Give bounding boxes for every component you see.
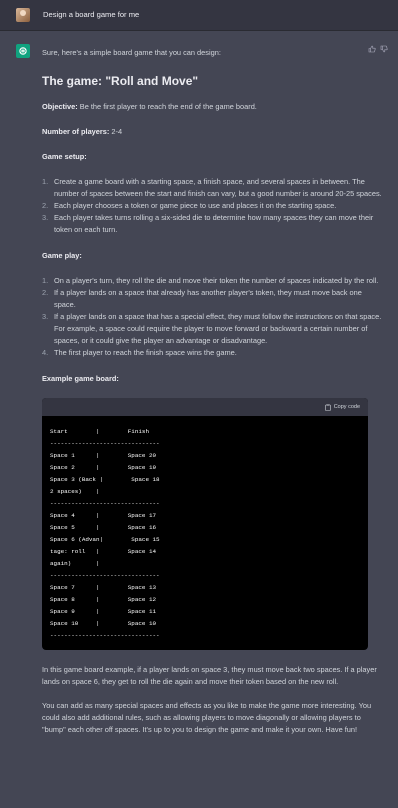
code-block: Copy code Start | Finish ---------------…: [42, 398, 368, 650]
list-item: 1. Create a game board with a starting sp…: [42, 177, 382, 198]
copy-code-label: Copy code: [333, 404, 360, 410]
feedback-buttons: [368, 45, 388, 53]
code-header: Copy code: [42, 398, 368, 416]
objective-text: Be the first player to reach the end of …: [77, 102, 257, 111]
thumbs-down-icon[interactable]: [380, 45, 388, 53]
thumbs-up-icon[interactable]: [368, 45, 376, 53]
user-avatar: [16, 8, 30, 22]
closing-text: You can add as many special spaces and e…: [42, 701, 372, 734]
assistant-message: Sure, here's a simple board game that yo…: [0, 31, 398, 736]
explanation-text: In this game board example, if a player …: [42, 665, 377, 686]
players-text: 2-4: [109, 127, 123, 136]
user-message-row: Design a board game for me: [0, 0, 398, 31]
user-prompt: Design a board game for me: [43, 10, 140, 19]
players-paragraph: Number of players: 2-4: [42, 126, 382, 138]
list-item: 2. If a player lands on a space that alre…: [42, 288, 362, 309]
setup-heading: Game setup:: [42, 152, 87, 161]
list-item: 2. Each player chooses a token or game pi…: [42, 201, 337, 210]
play-heading: Game play:: [42, 251, 82, 260]
intro-text: Sure, here's a simple board game that yo…: [42, 48, 221, 57]
list-item: 4. The first player to reach the finish s…: [42, 348, 237, 357]
objective-paragraph: Objective: Be the first player to reach …: [42, 101, 382, 113]
list-item: 3. Each player takes turns rolling a six-…: [42, 213, 374, 234]
copy-code-button[interactable]: Copy code: [324, 401, 360, 413]
objective-label: Objective:: [42, 102, 78, 111]
clipboard-icon: [324, 403, 331, 411]
code-content: Start | Finish -------------------------…: [50, 428, 160, 639]
players-label: Number of players:: [42, 127, 110, 136]
openai-logo-icon: [16, 44, 30, 58]
list-item: 3. If a player lands on a space that has …: [42, 312, 382, 345]
list-item: 1. On a player's turn, they roll the die …: [42, 276, 379, 285]
example-heading: Example game board:: [42, 374, 119, 383]
setup-list: 1. Create a game board with a starting sp…: [42, 176, 382, 236]
game-title: The game: "Roll and Move": [42, 74, 199, 88]
play-list: 1. On a player's turn, they roll the die …: [42, 275, 382, 359]
